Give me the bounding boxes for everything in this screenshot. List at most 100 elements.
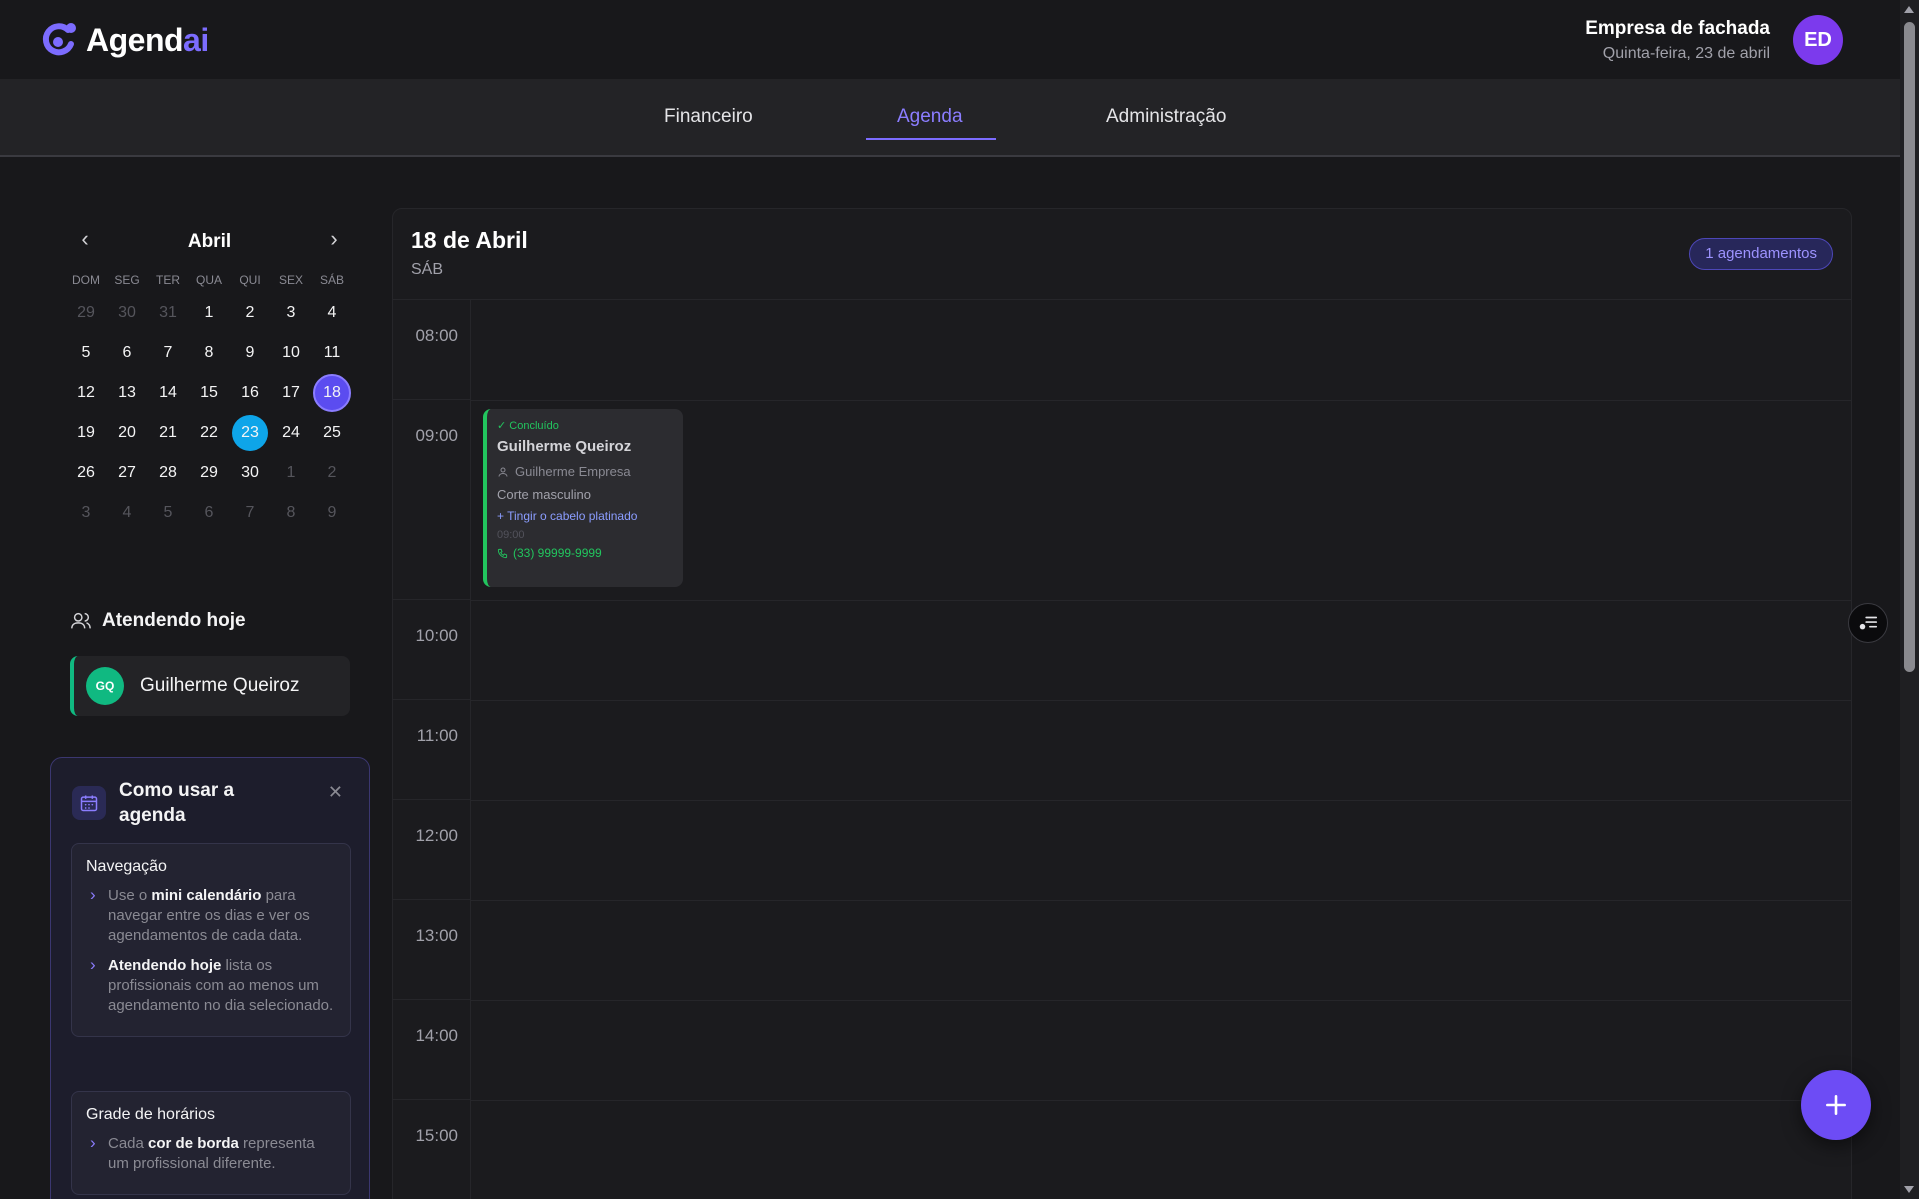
calendar-day[interactable]: 20 xyxy=(107,413,147,453)
calendar-icon xyxy=(72,786,106,820)
day-number: 14 xyxy=(159,384,177,401)
professional-card[interactable]: GQ Guilherme Queiroz xyxy=(70,656,350,716)
calendar-day[interactable]: 8 xyxy=(189,333,229,373)
calendar-day[interactable]: 3 xyxy=(271,293,311,333)
calendar-day[interactable]: 29 xyxy=(189,453,229,493)
top-header: Agendai Empresa de fachada Quinta-feira,… xyxy=(0,0,1900,80)
calendar-day[interactable]: 19 xyxy=(66,413,106,453)
calendar-day[interactable]: 13 xyxy=(107,373,147,413)
day-number: 13 xyxy=(118,384,136,401)
time-slot: 09:00 xyxy=(393,400,470,600)
service-name: Corte masculino xyxy=(497,487,591,502)
mini-calendar: ‹ Abril › DOM SEG TER QUA QUI SEX SÁB 29 30 31 1 2 3… xyxy=(66,225,353,533)
extra-service: + Tingir o cabelo platinado xyxy=(497,509,638,523)
calendar-day[interactable]: 10 xyxy=(271,333,311,373)
filter-list-button[interactable] xyxy=(1848,603,1888,643)
calendar-day[interactable]: 28 xyxy=(148,453,188,493)
page-scrollbar[interactable] xyxy=(1900,0,1919,1199)
hour-gridline xyxy=(471,1100,1851,1101)
calendar-day[interactable]: 8 xyxy=(271,493,311,533)
user-avatar[interactable]: ED xyxy=(1793,15,1843,65)
calendar-day[interactable]: 27 xyxy=(107,453,147,493)
calendar-day-selected[interactable]: 18 xyxy=(312,373,352,413)
calendar-day[interactable]: 21 xyxy=(148,413,188,453)
day-number: 30 xyxy=(241,464,259,481)
time-label: 08:00 xyxy=(415,326,458,345)
help-section-schedule-grid: Grade de horários Cada cor de borda repr… xyxy=(71,1091,351,1195)
calendar-day[interactable]: 15 xyxy=(189,373,229,413)
phone-icon xyxy=(497,548,508,558)
calendar-day[interactable]: 5 xyxy=(148,493,188,533)
calendar-day[interactable]: 9 xyxy=(312,493,352,533)
calendar-day[interactable]: 30 xyxy=(107,293,147,333)
appointment-phone[interactable]: (33) 99999-9999 xyxy=(497,546,673,560)
day-number: 15 xyxy=(200,384,218,401)
calendar-day[interactable]: 3 xyxy=(66,493,106,533)
calendar-day-today[interactable]: 23 xyxy=(230,413,270,453)
tab-financeiro[interactable]: Financeiro xyxy=(664,106,753,128)
time-slot: 13:00 xyxy=(393,900,470,1000)
next-month-button[interactable]: › xyxy=(322,228,346,253)
close-icon[interactable]: ✕ xyxy=(328,782,343,803)
scroll-thumb[interactable] xyxy=(1904,22,1915,672)
hour-gridline xyxy=(471,600,1851,601)
day-number: 9 xyxy=(245,344,255,361)
help-bullet: Use o mini calendário para navegar entre… xyxy=(86,885,336,946)
day-number: 3 xyxy=(81,504,91,521)
tab-agenda[interactable]: Agenda xyxy=(897,106,963,128)
calendar-day[interactable]: 2 xyxy=(312,453,352,493)
calendar-day[interactable]: 14 xyxy=(148,373,188,413)
calendar-day[interactable]: 7 xyxy=(230,493,270,533)
calendar-day[interactable]: 7 xyxy=(148,333,188,373)
list-settings-icon xyxy=(1859,616,1878,630)
weekday-label: QUI xyxy=(239,273,261,287)
calendar-day[interactable]: 29 xyxy=(66,293,106,333)
calendar-day[interactable]: 30 xyxy=(230,453,270,493)
logo-icon xyxy=(42,23,76,56)
tab-administracao[interactable]: Administração xyxy=(1106,106,1226,128)
calendar-day[interactable]: 9 xyxy=(230,333,270,373)
day-number: 22 xyxy=(200,424,218,441)
divider xyxy=(393,299,1851,300)
calendar-day[interactable]: 6 xyxy=(189,493,229,533)
calendar-day[interactable]: 4 xyxy=(107,493,147,533)
scroll-up-arrow[interactable] xyxy=(1904,6,1914,13)
calendar-month: Abril xyxy=(187,231,232,252)
help-panel: Como usar a agenda ✕ Navegação Use o min… xyxy=(50,757,370,1199)
time-label: 10:00 xyxy=(415,626,458,645)
appointment-status: ✓ Concluído xyxy=(497,420,559,432)
day-number: 7 xyxy=(245,504,255,521)
logo-text: Agendai xyxy=(86,21,209,58)
weekday-label: TER xyxy=(156,273,180,287)
calendar-day[interactable]: 16 xyxy=(230,373,270,413)
calendar-day[interactable]: 31 xyxy=(148,293,188,333)
scroll-down-arrow[interactable] xyxy=(1904,1186,1914,1193)
calendar-day[interactable]: 1 xyxy=(189,293,229,333)
time-slot: 15:00 xyxy=(393,1100,470,1199)
day-number: 21 xyxy=(159,424,177,441)
client-name: Guilherme Queiroz xyxy=(497,438,632,455)
day-number: 2 xyxy=(245,304,255,321)
calendar-day[interactable]: 22 xyxy=(189,413,229,453)
calendar-grid: DOM SEG TER QUA QUI SEX SÁB 29 30 31 1 2 3 4 5 6 7 8 9 10 11… xyxy=(66,267,353,533)
app-logo[interactable]: Agendai xyxy=(38,20,209,60)
calendar-day[interactable]: 17 xyxy=(271,373,311,413)
calendar-day[interactable]: 12 xyxy=(66,373,106,413)
calendar-day[interactable]: 25 xyxy=(312,413,352,453)
day-number: 27 xyxy=(118,464,136,481)
calendar-day[interactable]: 1 xyxy=(271,453,311,493)
add-appointment-button[interactable] xyxy=(1801,1070,1871,1140)
day-number: 18 xyxy=(313,374,351,412)
calendar-day[interactable]: 6 xyxy=(107,333,147,373)
day-number: 4 xyxy=(327,304,337,321)
calendar-day[interactable]: 4 xyxy=(312,293,352,333)
professional-name: Guilherme Queiroz xyxy=(140,675,300,696)
calendar-day[interactable]: 5 xyxy=(66,333,106,373)
appointment-card[interactable]: ✓ Concluído Guilherme Queiroz Guilherme … xyxy=(483,409,683,587)
calendar-day[interactable]: 24 xyxy=(271,413,311,453)
calendar-day[interactable]: 2 xyxy=(230,293,270,333)
current-date: Quinta-feira, 23 de abril xyxy=(1602,45,1770,62)
day-number: 17 xyxy=(282,384,300,401)
calendar-day[interactable]: 26 xyxy=(66,453,106,493)
calendar-day[interactable]: 11 xyxy=(312,333,352,373)
